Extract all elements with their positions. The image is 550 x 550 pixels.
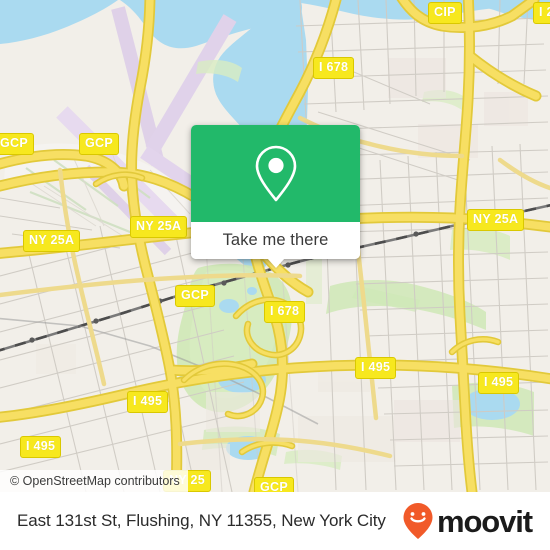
footer-bar: East 131st St, Flushing, NY 11355, New Y… — [0, 492, 550, 550]
poi-card-action-bar[interactable]: Take me there — [191, 222, 360, 259]
road-shield: I 678 — [313, 57, 355, 79]
poi-card-body: Take me there — [191, 125, 360, 259]
road-shield: NY 25A — [130, 216, 188, 238]
map-screenshot-page: CIP I 2 I 678 GCP GCP NY 25A NY 25A NY 25A GCP I … — [0, 0, 550, 550]
address-text: East 131st St, Flushing, NY 11355, New Y… — [17, 511, 386, 530]
road-shield: GCP — [0, 133, 34, 155]
road-shield: I 2 — [533, 2, 550, 24]
moovit-smiling-pin-logo-icon — [403, 503, 433, 539]
road-shield: GCP — [254, 477, 294, 492]
road-shield: GCP — [175, 285, 215, 307]
poi-callout-card[interactable]: Take me there — [191, 125, 360, 268]
road-shield: I 495 — [127, 391, 169, 413]
road-shield: I 678 — [264, 301, 306, 323]
poi-card-pointer-tail — [266, 258, 285, 268]
road-shield: GCP — [79, 133, 119, 155]
road-shield: NY 25A — [467, 209, 525, 231]
road-shield: CIP — [428, 2, 462, 24]
map-canvas[interactable]: CIP I 2 I 678 GCP GCP NY 25A NY 25A NY 25A GCP I … — [0, 0, 550, 492]
map-attribution[interactable]: © OpenStreetMap contributors — [0, 470, 188, 492]
poi-card-header — [191, 125, 360, 222]
road-shield: NY 25A — [23, 230, 81, 252]
moovit-wordmark: moovit — [436, 503, 533, 539]
road-shield: I 495 — [478, 372, 520, 394]
moovit-logo[interactable]: moovit — [402, 502, 533, 540]
road-shield: I 495 — [20, 436, 62, 458]
road-shield: I 495 — [355, 357, 397, 379]
take-me-there-label: Take me there — [222, 231, 329, 249]
location-pin-icon — [255, 145, 296, 201]
